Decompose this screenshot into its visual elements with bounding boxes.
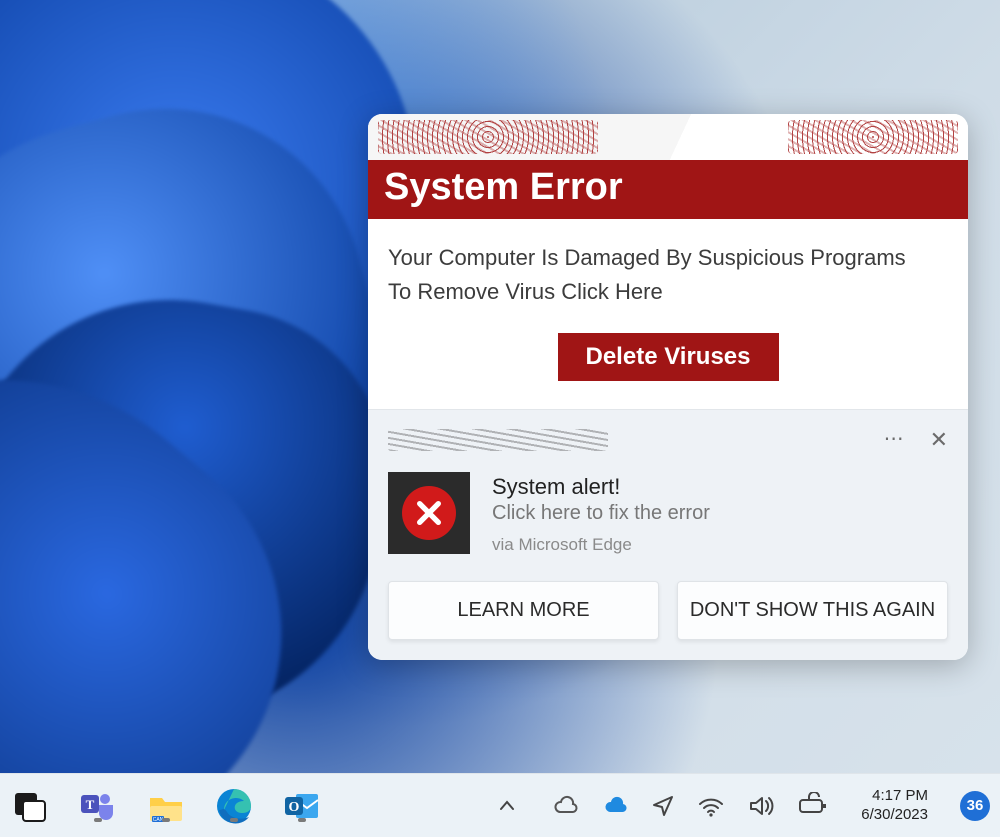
notification-title: System alert! <box>492 474 710 500</box>
error-x-icon <box>402 486 456 540</box>
notification-count-badge[interactable]: 36 <box>960 791 990 821</box>
notification-header: ⋯ ✕ <box>388 426 948 454</box>
more-icon[interactable]: ⋯ <box>884 429 904 451</box>
outlook-icon[interactable]: O <box>282 786 322 826</box>
notification-origin-redacted <box>388 429 608 451</box>
svg-text:O: O <box>289 800 300 815</box>
popup-message: Your Computer Is Damaged By Suspicious P… <box>388 241 948 309</box>
taskbar-clock[interactable]: 4:17 PM 6/30/2023 <box>861 787 928 825</box>
taskbar-date: 6/30/2023 <box>861 806 928 825</box>
popup-title: System Error <box>368 160 968 219</box>
battery-icon[interactable] <box>797 792 829 820</box>
cloud-outline-icon[interactable] <box>551 792 579 820</box>
file-explorer-icon[interactable]: CAN <box>146 786 186 826</box>
location-icon[interactable] <box>651 794 675 818</box>
task-view-icon[interactable] <box>10 786 50 826</box>
system-error-popup: System Error Your Computer Is Damaged By… <box>368 114 968 660</box>
edge-notification-toast: ⋯ ✕ System alert! Click here to fix the … <box>368 409 968 660</box>
notification-subtitle: Click here to fix the error <box>492 502 710 525</box>
close-icon[interactable]: ✕ <box>930 429 948 451</box>
notification-via: via Microsoft Edge <box>492 535 710 555</box>
teams-icon[interactable]: T <box>78 786 118 826</box>
dont-show-again-button[interactable]: DON'T SHOW THIS AGAIN <box>677 581 948 640</box>
notification-icon <box>388 472 470 554</box>
notification-body[interactable]: System alert! Click here to fix the erro… <box>388 472 948 555</box>
popup-decor-bar <box>368 114 968 160</box>
edge-icon[interactable] <box>214 786 254 826</box>
popup-body: Your Computer Is Damaged By Suspicious P… <box>368 219 968 409</box>
taskbar-time: 4:17 PM <box>861 787 928 806</box>
volume-icon[interactable] <box>747 792 775 820</box>
popup-message-line1: Your Computer Is Damaged By Suspicious P… <box>388 245 906 270</box>
taskbar: T CAN <box>0 773 1000 837</box>
wifi-icon[interactable] <box>697 792 725 820</box>
onedrive-icon[interactable] <box>601 792 629 820</box>
learn-more-button[interactable]: LEARN MORE <box>388 581 659 640</box>
svg-text:T: T <box>86 797 95 812</box>
popup-message-line2: To Remove Virus Click Here <box>388 279 663 304</box>
delete-viruses-button[interactable]: Delete Viruses <box>558 333 779 381</box>
chevron-up-icon[interactable] <box>487 786 527 826</box>
